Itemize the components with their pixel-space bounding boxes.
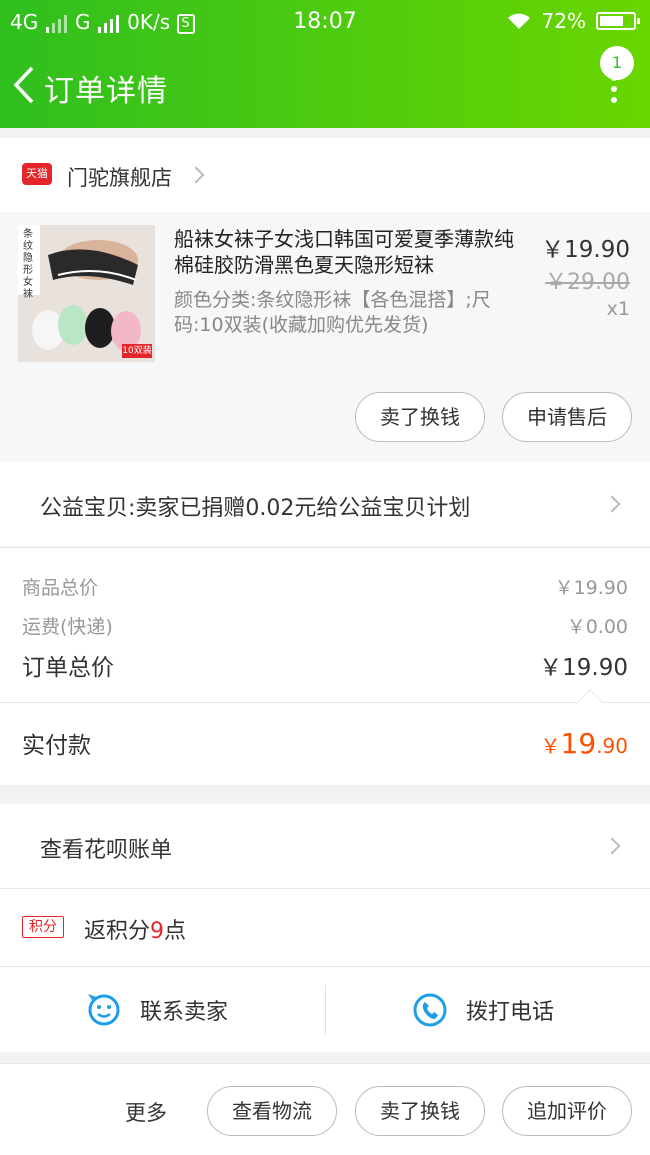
socks-image-icon (18, 225, 155, 362)
battery-level (600, 16, 624, 26)
product-image-tag: 10双装 (122, 346, 152, 356)
notification-badge: 1 (600, 46, 634, 80)
order-total-row: 订单总价 ￥19.90 (22, 648, 628, 682)
contact-seller-label: 联系卖家 (140, 1000, 229, 1025)
product-price: ￥19.90 (541, 237, 630, 263)
call-phone-button[interactable]: 拨打电话 (412, 967, 554, 1053)
wifi-icon (507, 13, 530, 29)
points-row: 积分 返积分9点 (0, 888, 650, 966)
battery-icon (596, 12, 640, 30)
goods-total-row: 商品总价 ￥19.90 (22, 573, 628, 600)
chat-face-icon (88, 994, 120, 1026)
order-total-value: ￥19.90 (539, 655, 628, 681)
after-sales-button[interactable]: 申请售后 (502, 392, 632, 442)
sell-for-cash-button[interactable]: 卖了换钱 (355, 392, 485, 442)
points-suffix: 点 (164, 919, 187, 944)
goods-total-value: ￥19.90 (554, 577, 628, 599)
status-right: 72% (506, 9, 640, 33)
points-tag: 积分 (22, 916, 64, 938)
chevron-right-icon (603, 495, 621, 513)
sell-for-cash-button[interactable]: 卖了换钱 (355, 1086, 485, 1136)
product-image-caption: 条纹隐形女袜 (23, 229, 33, 300)
divider (0, 702, 650, 703)
product-quantity: x1 (606, 298, 630, 320)
nav-bar: 订单详情 1 (0, 42, 650, 128)
contact-bar: 联系卖家 拨打电话 (0, 966, 650, 1052)
divider (325, 985, 326, 1035)
charity-text: 公益宝贝:卖家已捐赠0.02元给公益宝贝计划 (40, 496, 471, 521)
paid-row: 实付款 ￥19.90 (22, 726, 628, 760)
product-original-price: ￥29.00 (545, 270, 630, 295)
back-arrow-icon[interactable] (10, 64, 40, 106)
shipping-row: 运费(快递) ￥0.00 (22, 612, 628, 639)
order-total-label: 订单总价 (22, 655, 114, 681)
shipping-value: ￥0.00 (566, 616, 628, 638)
goods-total-label: 商品总价 (22, 577, 99, 599)
chevron-right-icon (187, 166, 205, 184)
more-actions-label[interactable]: 更多 (125, 1097, 167, 1127)
huabei-bill-label: 查看花呗账单 (40, 838, 173, 863)
store-row[interactable]: 天猫 门驼旗舰店 (0, 138, 650, 212)
points-text: 返积分9点 (84, 913, 186, 945)
status-bar: 4G G 0K/s S 18:07 72% (0, 0, 650, 42)
page-title: 订单详情 (44, 74, 168, 109)
shipping-label: 运费(快递) (22, 616, 113, 638)
tmall-logo-icon: 天猫 (22, 163, 52, 185)
huabei-bill-row[interactable]: 查看花呗账单 (0, 804, 650, 888)
paid-label: 实付款 (22, 733, 91, 759)
product-sku: 颜色分类:条纹隐形袜【各色混搭】;尺码:10双装(收藏加购优先发货) (174, 289, 491, 336)
add-review-button[interactable]: 追加评价 (502, 1086, 632, 1136)
product-card[interactable]: 条纹隐形女袜 10双装 船袜女袜子女浅口韩国可爱夏季薄款纯棉硅胶防滑黑色夏天隐形… (0, 212, 650, 462)
phone-icon (413, 993, 447, 1027)
charity-row[interactable]: 公益宝贝:卖家已捐赠0.02元给公益宝贝计划 (0, 462, 650, 546)
product-thumbnail[interactable]: 条纹隐形女袜 10双装 (18, 225, 155, 362)
call-phone-label: 拨打电话 (466, 1000, 555, 1025)
product-title[interactable]: 船袜女袜子女浅口韩国可爱夏季薄款纯棉硅胶防滑黑色夏天隐形短袜 (174, 226, 524, 278)
price-summary: 商品总价 ￥19.90 运费(快递) ￥0.00 订单总价 ￥19.90 实付款… (0, 547, 650, 785)
paid-symbol: ￥ (540, 734, 561, 758)
paid-decimal: .90 (596, 734, 628, 758)
paid-amount: ￥19.90 (541, 727, 628, 760)
divider-notch (577, 689, 603, 715)
contact-seller-button[interactable]: 联系卖家 (86, 967, 228, 1053)
battery-percent: 72% (541, 9, 586, 33)
view-logistics-button[interactable]: 查看物流 (207, 1086, 337, 1136)
footer-actions: 更多 查看物流 卖了换钱 追加评价 (0, 1063, 650, 1155)
store-name[interactable]: 门驼旗舰店 (67, 162, 172, 192)
points-number: 9 (150, 919, 165, 944)
chevron-right-icon (603, 837, 621, 855)
paid-integer: 19 (560, 727, 597, 760)
points-prefix: 返积分 (84, 919, 151, 944)
